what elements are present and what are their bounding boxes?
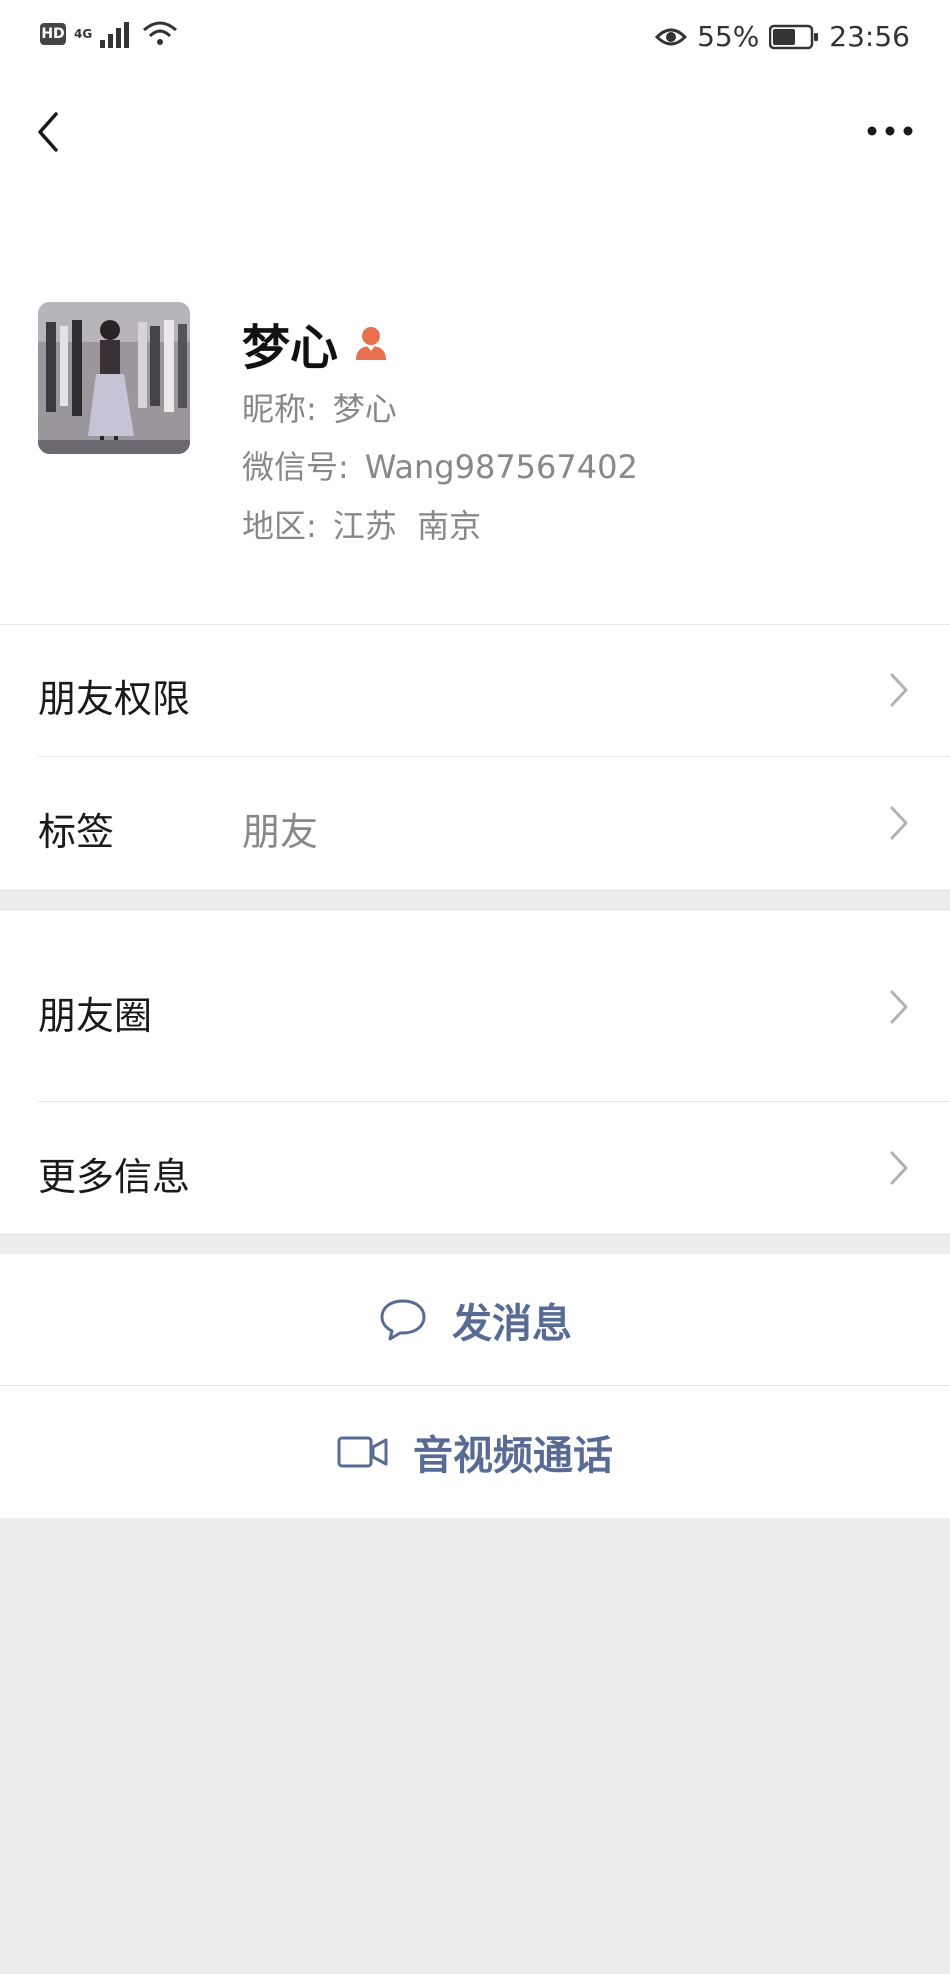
settings-group-2: 朋友圈 更多信息 — [0, 911, 950, 1233]
wifi-icon — [143, 21, 177, 45]
hd-badge: HD — [40, 23, 66, 45]
video-camera-icon — [337, 1436, 388, 1468]
more-dots-icon[interactable] — [860, 116, 920, 146]
chevron-right-icon — [890, 990, 908, 1024]
row-moments[interactable]: 朋友圈 — [0, 911, 950, 1101]
settings-group-1: 朋友权限 标签 朋友 — [0, 624, 950, 889]
row-friend-permissions[interactable]: 朋友权限 — [0, 624, 950, 756]
friend-permissions-label: 朋友权限 — [38, 677, 191, 721]
wechat-id-value[interactable]: Wang987567402 — [365, 448, 638, 486]
female-icon — [356, 327, 387, 360]
moments-label: 朋友圈 — [38, 994, 153, 1038]
region-value: 江苏 南京 — [332, 507, 482, 545]
video-call-label: 音视频通话 — [413, 1433, 613, 1479]
region-line: 地区: 江苏 南京 — [242, 501, 481, 547]
battery-percent: 55% — [697, 20, 760, 53]
status-bar-right: 55% 23:56 — [655, 20, 910, 53]
status-bar-left: HD 4G — [40, 20, 178, 48]
status-bar: HD 4G 55% 23:56 — [0, 0, 950, 76]
chevron-left-icon[interactable] — [30, 104, 70, 160]
row-tags[interactable]: 标签 朋友 — [0, 757, 950, 889]
tags-value: 朋友 — [242, 810, 319, 854]
battery-icon — [769, 24, 819, 49]
profile-header: 梦心 昵称: 梦心 微信号: Wang987567402 地区: 江苏 南京 — [0, 188, 950, 624]
video-call-button[interactable]: 音视频通话 — [0, 1386, 950, 1518]
chevron-right-icon — [890, 1151, 908, 1185]
wechat-id-line: 微信号: Wang987567402 — [242, 442, 638, 488]
tags-label: 标签 — [38, 810, 115, 854]
region-label: 地区: — [242, 507, 317, 545]
nickname-line: 昵称: 梦心 — [242, 384, 397, 430]
send-message-label: 发消息 — [452, 1300, 572, 1347]
nav-bar — [0, 76, 950, 188]
network-type: 4G — [74, 27, 93, 41]
chevron-right-icon — [890, 806, 908, 840]
row-more-info[interactable]: 更多信息 — [0, 1102, 950, 1233]
wechat-id-label: 微信号: — [242, 448, 349, 486]
send-message-button[interactable]: 发消息 — [0, 1254, 950, 1385]
chat-bubble-icon — [380, 1299, 426, 1340]
display-name: 梦心 — [242, 320, 339, 376]
name-row: 梦心 — [242, 308, 390, 378]
contact-profile-page: HD 4G 55% 23:56 梦心 昵称: 梦心 微信号: Wang98756… — [0, 0, 950, 1974]
signal-icon — [100, 22, 129, 48]
clock: 23:56 — [829, 20, 910, 53]
nickname-label: 昵称: — [242, 390, 317, 428]
avatar-photo — [38, 302, 190, 454]
more-info-label: 更多信息 — [38, 1155, 191, 1199]
nickname-value: 梦心 — [332, 390, 397, 428]
chevron-right-icon — [890, 673, 908, 707]
eye-icon — [655, 28, 688, 45]
avatar[interactable] — [38, 302, 190, 454]
